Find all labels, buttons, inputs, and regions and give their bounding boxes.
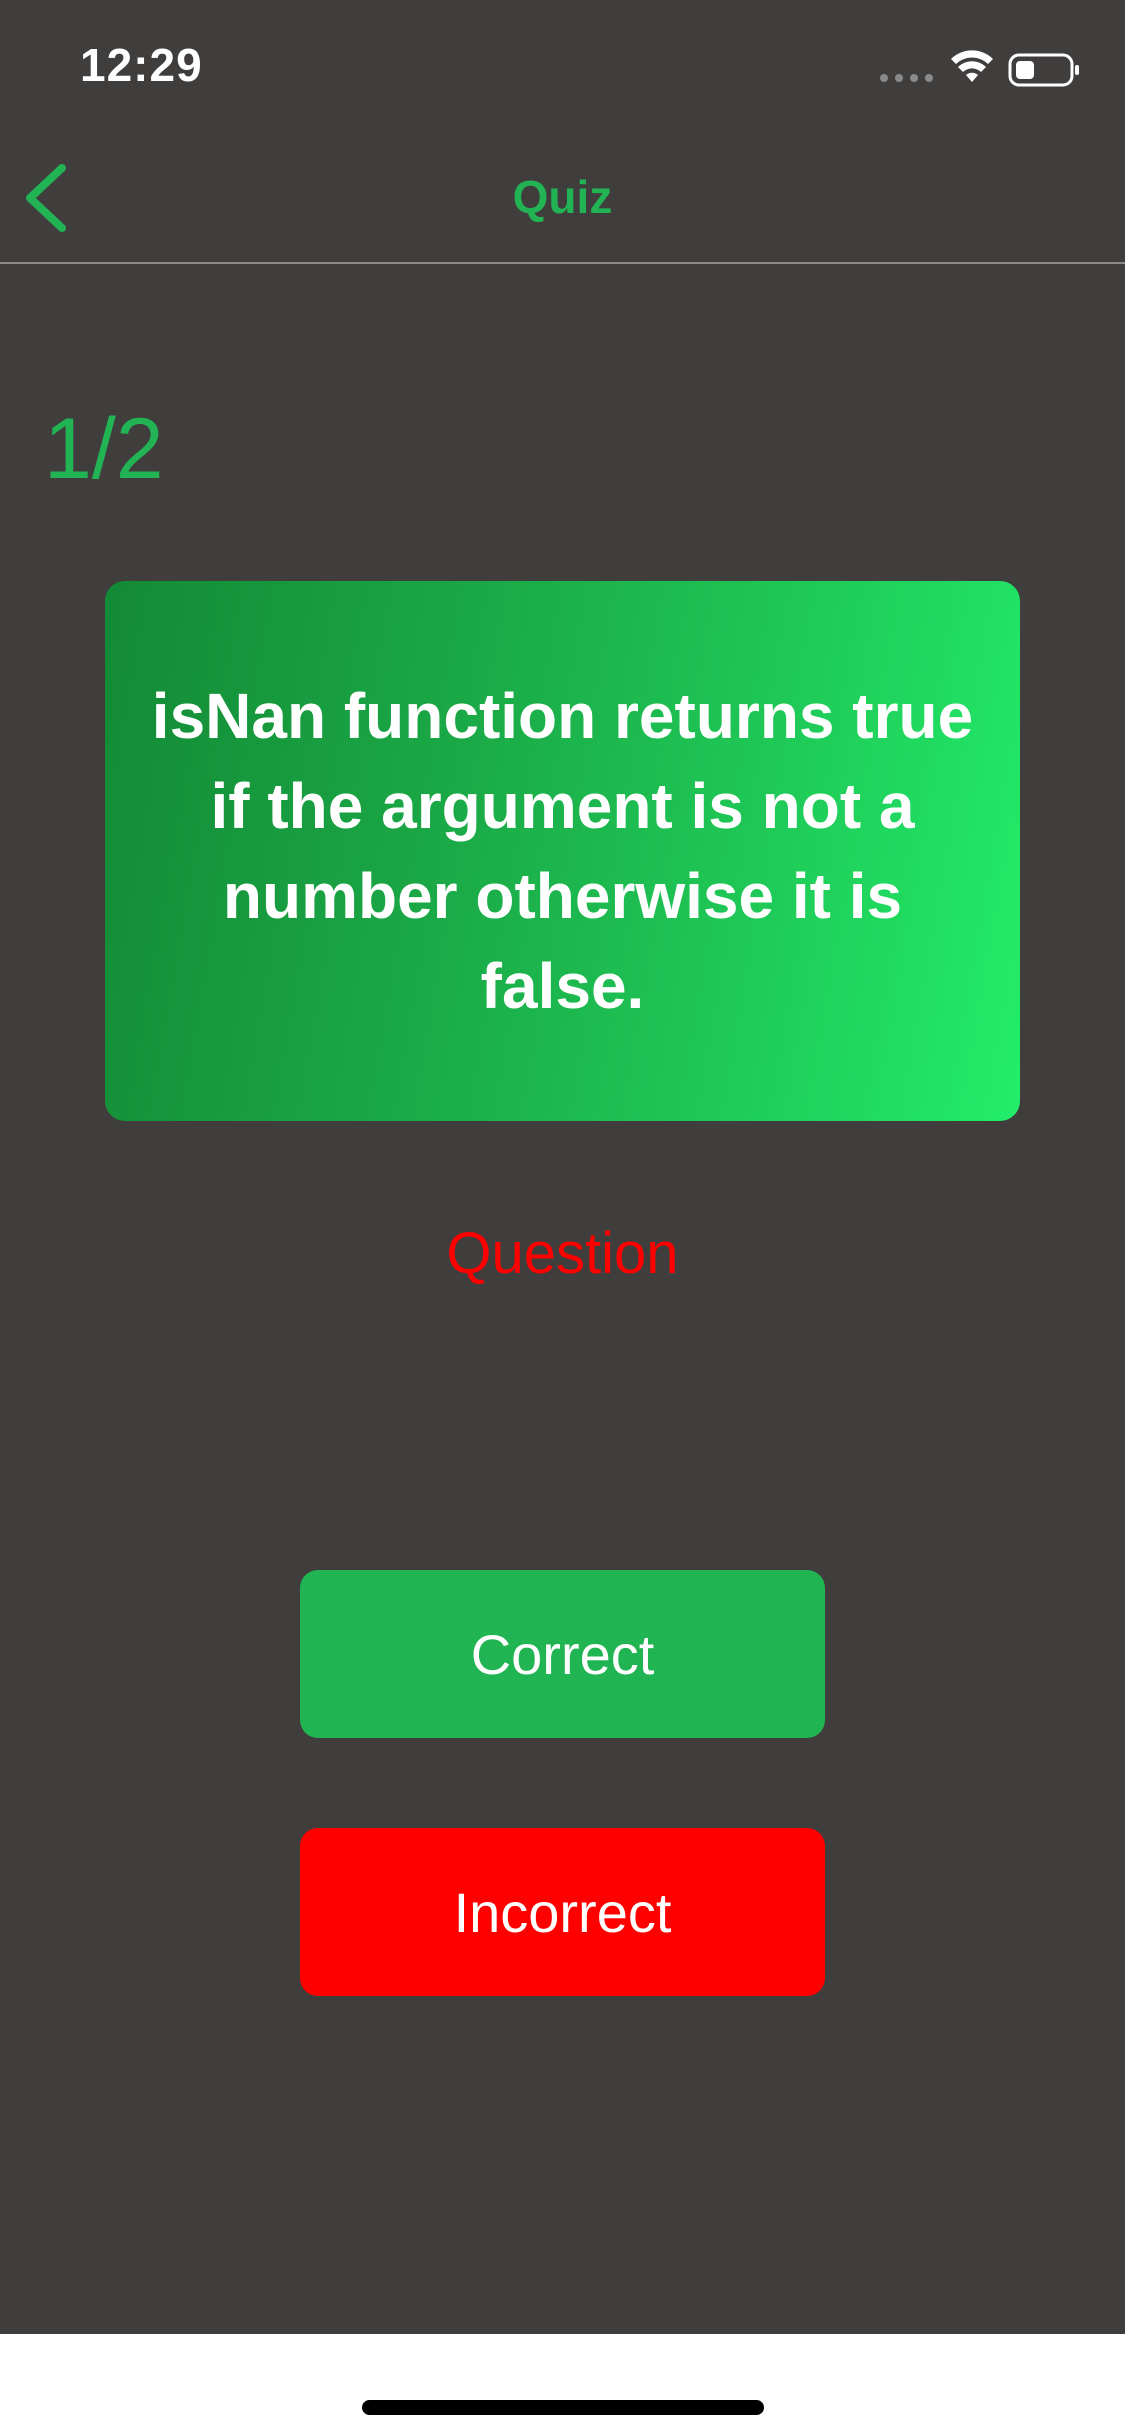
signal-dots-icon: [880, 74, 933, 82]
status-time: 12:29: [80, 39, 203, 91]
incorrect-button[interactable]: Incorrect: [300, 1828, 825, 1996]
correct-button[interactable]: Correct: [300, 1570, 825, 1738]
quiz-progress: 1/2: [44, 401, 164, 497]
navigation-bar: Quiz: [0, 140, 1125, 264]
question-card[interactable]: isNan function returns true if the argum…: [105, 581, 1020, 1121]
status-bar: 12:29: [0, 0, 1125, 140]
page-title: Quiz: [512, 171, 613, 223]
card-side-label: Question: [446, 1221, 679, 1286]
home-indicator[interactable]: [362, 2400, 764, 2415]
battery-icon: [1008, 53, 1079, 87]
wifi-icon: [951, 50, 993, 82]
question-text: isNan function returns true if the argum…: [151, 680, 974, 1022]
home-indicator-area: [0, 2334, 1125, 2436]
